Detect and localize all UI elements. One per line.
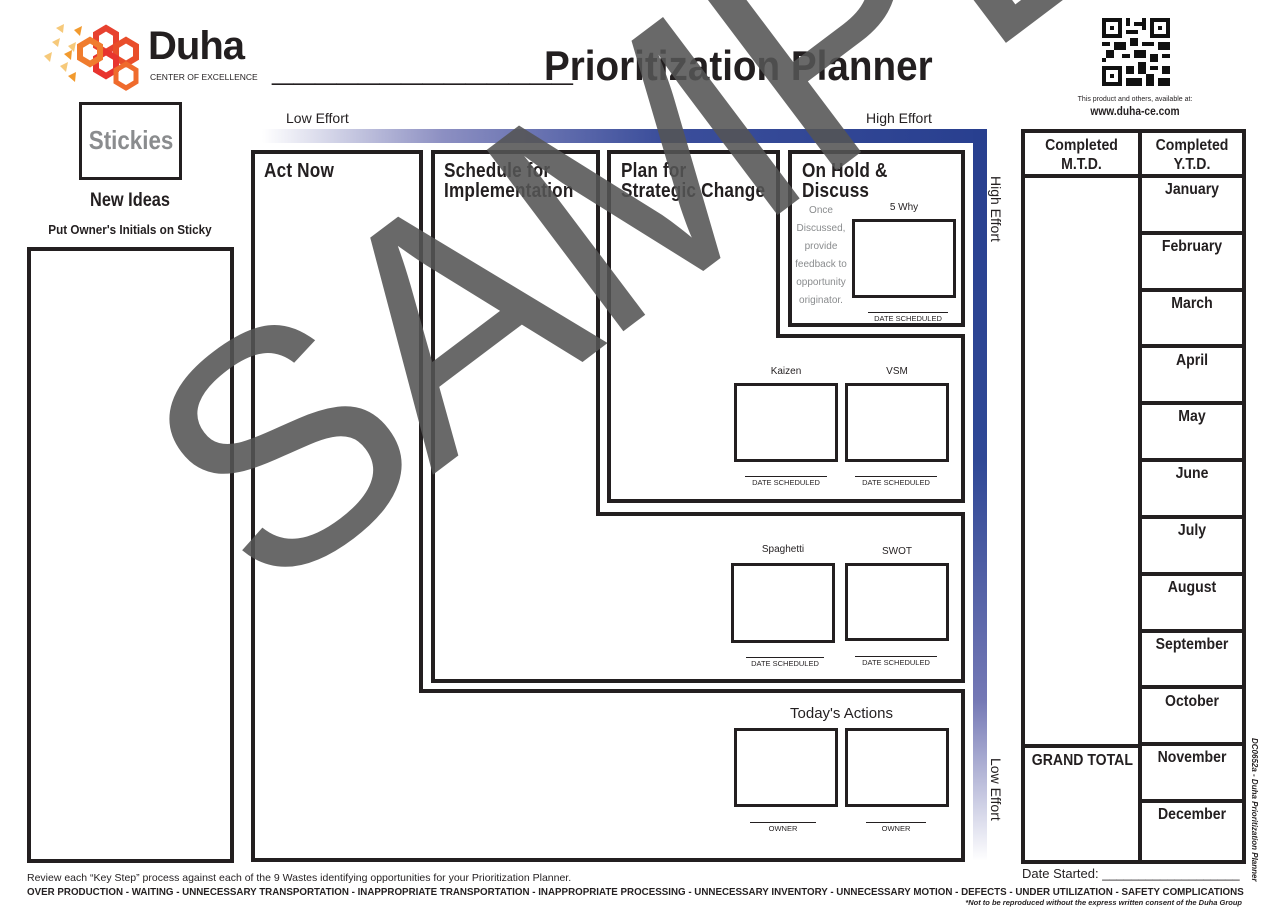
mtd-header: Completed M.T.D. (1025, 133, 1142, 178)
month-cell-march[interactable]: March (1142, 292, 1242, 349)
todays-actions-heading: Today's Actions (790, 705, 893, 722)
spaghetti-date-scheduled: DATE SCHEDULED (746, 657, 824, 668)
grand-total-cell[interactable]: GRAND TOTAL (1025, 748, 1142, 860)
five-why-label: 5 Why (889, 202, 919, 213)
month-label: March (1171, 294, 1213, 312)
swot-date-scheduled: DATE SCHEDULED (855, 656, 937, 667)
act-now-heading: Act Now (264, 160, 335, 182)
month-label: September (1155, 635, 1229, 653)
footer-instruction: Review each “Key Step” process against e… (27, 872, 572, 884)
month-cell-april[interactable]: April (1142, 349, 1242, 406)
month-cell-december[interactable]: December (1142, 803, 1242, 860)
on-hold-heading-line1: On Hold & (802, 160, 888, 182)
month-cell-october[interactable]: October (1142, 690, 1242, 747)
on-hold-note-line: originator. (799, 295, 843, 306)
on-hold-note-line: feedback to (795, 259, 847, 270)
month-cell-june[interactable]: June (1142, 462, 1242, 519)
kaizen-box[interactable] (734, 383, 838, 462)
ytd-header-line1: Completed (1155, 137, 1229, 154)
on-hold-heading-line2: Discuss (802, 180, 870, 202)
month-label: October (1165, 692, 1219, 710)
month-label: January (1164, 181, 1220, 198)
month-label: April (1175, 351, 1209, 369)
nine-wastes-list: OVER PRODUCTION - WAITING - UNNECESSARY … (27, 886, 1244, 898)
on-hold-note-line: Discussed, (796, 223, 846, 234)
vsm-label: VSM (886, 366, 908, 377)
mtd-header-line2: M.T.D. (1061, 156, 1102, 173)
plan-heading-line2: Strategic Change (621, 180, 766, 202)
ytd-header: Completed Y.T.D. (1142, 133, 1242, 178)
five-why-date-scheduled: DATE SCHEDULED (868, 312, 948, 323)
swot-box[interactable] (845, 563, 949, 641)
month-label: December (1157, 806, 1227, 824)
on-hold-note: Once Discussed, provide feedback to oppo… (792, 202, 850, 310)
todays-action-box-1[interactable] (734, 728, 838, 807)
schedule-heading-line1: Schedule for (444, 160, 551, 182)
completion-tracker: Completed M.T.D. Completed Y.T.D. GRAND … (1021, 129, 1246, 864)
schedule-heading-line2: Implementation (444, 180, 574, 202)
mtd-column[interactable] (1025, 178, 1142, 748)
kaizen-label: Kaizen (770, 366, 802, 377)
month-label: November (1157, 749, 1227, 767)
months-column: January February March April May June July Augu… (1142, 178, 1242, 860)
spaghetti-box[interactable] (731, 563, 835, 643)
mtd-header-line1: Completed (1045, 137, 1118, 154)
spaghetti-label: Spaghetti (761, 544, 805, 555)
month-cell-september[interactable]: September (1142, 633, 1242, 690)
month-label: June (1175, 465, 1209, 483)
on-hold-note-line: provide (804, 241, 838, 252)
month-cell-july[interactable]: July (1142, 519, 1242, 576)
swot-label: SWOT (882, 546, 912, 557)
vsm-box[interactable] (845, 383, 949, 462)
todays-action-owner-1: OWNER (750, 822, 816, 833)
ytd-header-line2: Y.T.D. (1173, 156, 1211, 173)
kaizen-date-scheduled: DATE SCHEDULED (745, 476, 827, 487)
month-label: February (1161, 237, 1223, 255)
month-cell-may[interactable]: May (1142, 405, 1242, 463)
vsm-date-scheduled: DATE SCHEDULED (855, 476, 937, 487)
plan-heading-line1: Plan for (621, 160, 687, 182)
grand-total-label: GRAND TOTAL (1031, 752, 1133, 769)
month-cell-august[interactable]: August (1142, 576, 1242, 633)
document-code: DC0652a - Duha Prioritization Planner (1250, 738, 1259, 882)
on-hold-note-line: opportunity (796, 277, 846, 288)
todays-action-box-2[interactable] (845, 728, 949, 807)
month-cell-november[interactable]: November (1142, 746, 1242, 804)
month-cell-january[interactable]: January (1142, 178, 1242, 235)
five-why-box[interactable] (852, 219, 956, 298)
copyright-notice: *Not to be reproduced without the expres… (965, 898, 1242, 907)
todays-action-owner-2: OWNER (866, 822, 926, 833)
month-label: May (1178, 408, 1206, 426)
date-started-field[interactable]: Date Started: ___________________ (1022, 866, 1240, 881)
month-cell-february[interactable]: February (1142, 235, 1242, 292)
on-hold-note-line: Once (809, 205, 833, 216)
month-label: August (1167, 578, 1217, 596)
month-label: July (1177, 522, 1207, 539)
